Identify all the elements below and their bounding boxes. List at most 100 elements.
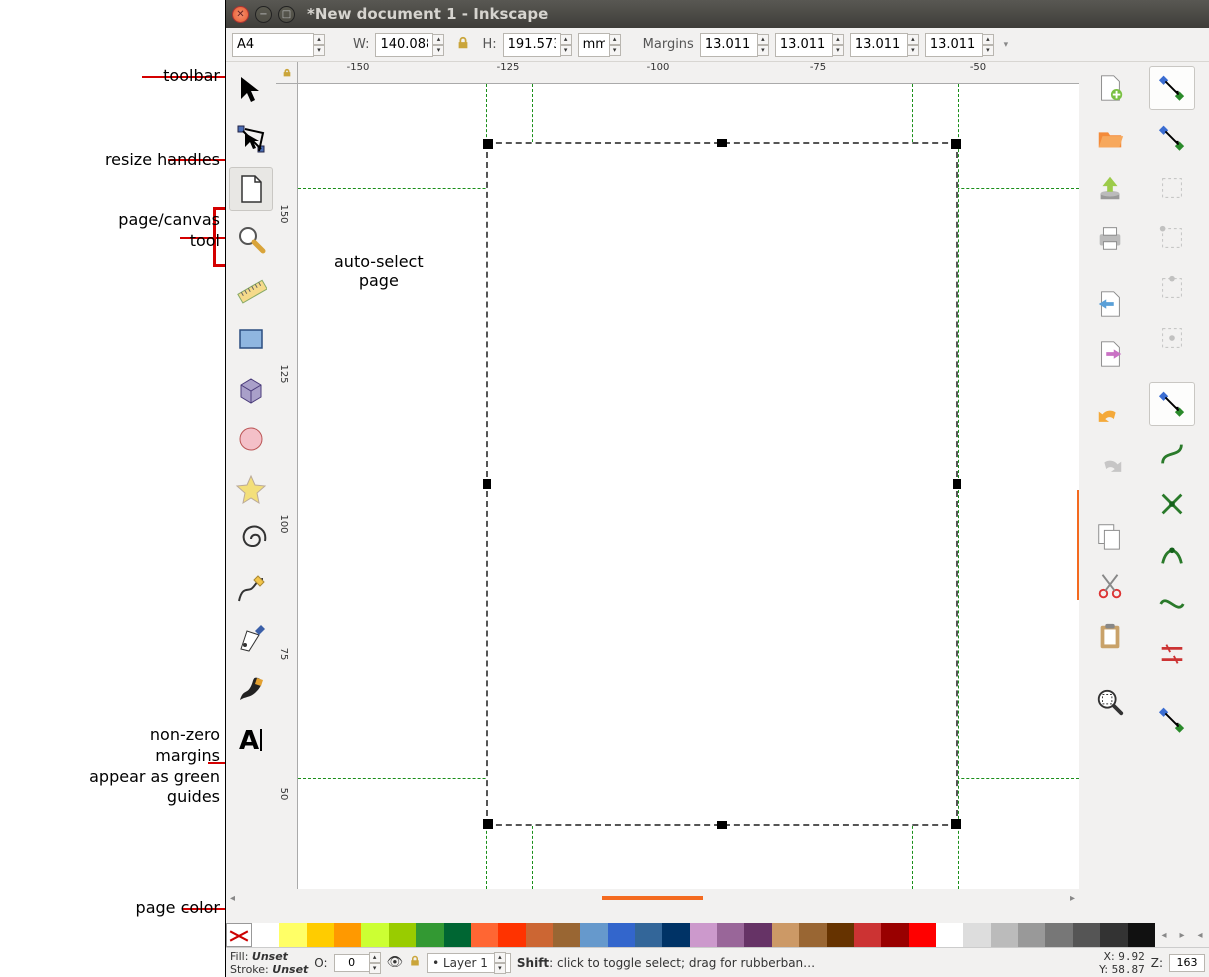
zoom-tool[interactable]: [229, 217, 273, 261]
color-swatch[interactable]: [799, 923, 826, 947]
page-rect[interactable]: [486, 142, 958, 826]
undo-button[interactable]: [1087, 398, 1133, 442]
no-color-swatch[interactable]: [226, 923, 252, 947]
snap-bbox-midpoint[interactable]: [1149, 266, 1195, 310]
layer-lock-icon[interactable]: [409, 955, 421, 970]
color-swatch[interactable]: [936, 923, 963, 947]
color-swatch[interactable]: [827, 923, 854, 947]
snap-bbox-corner[interactable]: [1149, 216, 1195, 260]
star-tool[interactable]: [229, 467, 273, 511]
window-close-button[interactable]: ✕: [232, 6, 249, 23]
palette-scroll-right-icon[interactable]: ▸: [1173, 923, 1191, 947]
margin-bottom-input[interactable]: ▴▾: [850, 33, 919, 57]
paste-button[interactable]: [1087, 614, 1133, 658]
snap-bbox[interactable]: [1149, 116, 1195, 160]
color-swatch[interactable]: [252, 923, 279, 947]
color-swatch[interactable]: [1045, 923, 1072, 947]
snap-toggle[interactable]: [1149, 66, 1195, 110]
color-swatch[interactable]: [498, 923, 525, 947]
color-swatch[interactable]: [471, 923, 498, 947]
page-tool[interactable]: [229, 167, 273, 211]
width-input[interactable]: ▴▾: [375, 33, 444, 57]
palette-menu-icon[interactable]: ◂: [1191, 923, 1209, 947]
snap-cusp[interactable]: [1149, 532, 1195, 576]
export-button[interactable]: [1087, 332, 1133, 376]
circle-tool[interactable]: [229, 417, 273, 461]
resize-handle-tm[interactable]: [717, 139, 727, 147]
new-document-button[interactable]: [1087, 66, 1133, 110]
color-swatch[interactable]: [334, 923, 361, 947]
color-swatch[interactable]: [1100, 923, 1127, 947]
resize-handle-mr[interactable]: [953, 479, 961, 489]
height-input[interactable]: ▴▾: [503, 33, 572, 57]
import-button[interactable]: [1087, 282, 1133, 326]
redo-button[interactable]: [1087, 448, 1133, 492]
calligraphy-tool[interactable]: [229, 667, 273, 711]
resize-handle-tr[interactable]: [951, 139, 961, 149]
resize-handle-bl[interactable]: [483, 819, 493, 829]
layer-visibility-icon[interactable]: 👁: [387, 955, 404, 970]
toolbar-overflow-icon[interactable]: ▾: [1000, 33, 1012, 57]
spiral-tool[interactable]: [229, 517, 273, 561]
palette-scroll-left-icon[interactable]: ◂: [1155, 923, 1173, 947]
ruler-origin[interactable]: [276, 62, 298, 84]
resize-handle-br[interactable]: [951, 819, 961, 829]
print-button[interactable]: [1087, 216, 1133, 260]
window-maximize-button[interactable]: □: [278, 6, 295, 23]
color-swatch[interactable]: [444, 923, 471, 947]
margin-left-input[interactable]: ▴▾: [925, 33, 994, 57]
snap-other[interactable]: [1149, 698, 1195, 742]
snap-bbox-edge[interactable]: [1149, 166, 1195, 210]
box3d-tool[interactable]: [229, 367, 273, 411]
color-swatch[interactable]: [389, 923, 416, 947]
margin-right-input[interactable]: ▴▾: [775, 33, 844, 57]
layer-selector[interactable]: • Layer 1 ▴▾: [427, 953, 511, 973]
canvas[interactable]: [298, 84, 1079, 889]
opacity-input[interactable]: ▴▾: [334, 952, 381, 974]
zoom-input[interactable]: [1169, 954, 1205, 972]
page-preset-combo[interactable]: ▴▾: [232, 33, 325, 57]
selector-tool[interactable]: [229, 67, 273, 111]
snap-intersection[interactable]: [1149, 482, 1195, 526]
save-button[interactable]: [1087, 166, 1133, 210]
lock-icon[interactable]: [450, 36, 476, 54]
snap-midpoint[interactable]: [1149, 632, 1195, 676]
color-swatch[interactable]: [772, 923, 799, 947]
ruler-vertical[interactable]: 150 125 100 75 50: [276, 84, 298, 889]
page-preset-input[interactable]: [232, 33, 314, 57]
snap-nodes[interactable]: [1149, 382, 1195, 426]
unit-combo[interactable]: ▴▾: [578, 33, 621, 57]
color-swatch[interactable]: [744, 923, 771, 947]
color-swatch[interactable]: [662, 923, 689, 947]
color-swatch[interactable]: [553, 923, 580, 947]
resize-handle-ml[interactable]: [483, 479, 491, 489]
snap-smooth[interactable]: [1149, 582, 1195, 626]
zoom-selection-button[interactable]: [1087, 680, 1133, 724]
node-tool[interactable]: [229, 117, 273, 161]
snap-path[interactable]: [1149, 432, 1195, 476]
cut-button[interactable]: [1087, 564, 1133, 608]
color-swatch[interactable]: [608, 923, 635, 947]
open-button[interactable]: [1087, 116, 1133, 160]
color-swatch[interactable]: [909, 923, 936, 947]
color-swatch[interactable]: [1128, 923, 1155, 947]
color-swatch[interactable]: [991, 923, 1018, 947]
snap-bbox-center[interactable]: [1149, 316, 1195, 360]
color-swatch[interactable]: [361, 923, 388, 947]
rectangle-tool[interactable]: [229, 317, 273, 361]
ruler-horizontal[interactable]: -150 -125 -100 -75 -50 -25: [298, 62, 1079, 84]
color-swatch[interactable]: [854, 923, 881, 947]
text-tool[interactable]: A: [229, 717, 273, 761]
pen-tool[interactable]: [229, 617, 273, 661]
copy-button[interactable]: [1087, 514, 1133, 558]
color-swatch[interactable]: [690, 923, 717, 947]
measure-tool[interactable]: [229, 267, 273, 311]
margin-top-input[interactable]: ▴▾: [700, 33, 769, 57]
color-swatch[interactable]: [717, 923, 744, 947]
scroll-right-icon[interactable]: ▸: [1070, 893, 1075, 904]
resize-handle-bm[interactable]: [717, 821, 727, 829]
color-swatch[interactable]: [307, 923, 334, 947]
color-swatch[interactable]: [279, 923, 306, 947]
color-swatch[interactable]: [1018, 923, 1045, 947]
color-swatch[interactable]: [1073, 923, 1100, 947]
